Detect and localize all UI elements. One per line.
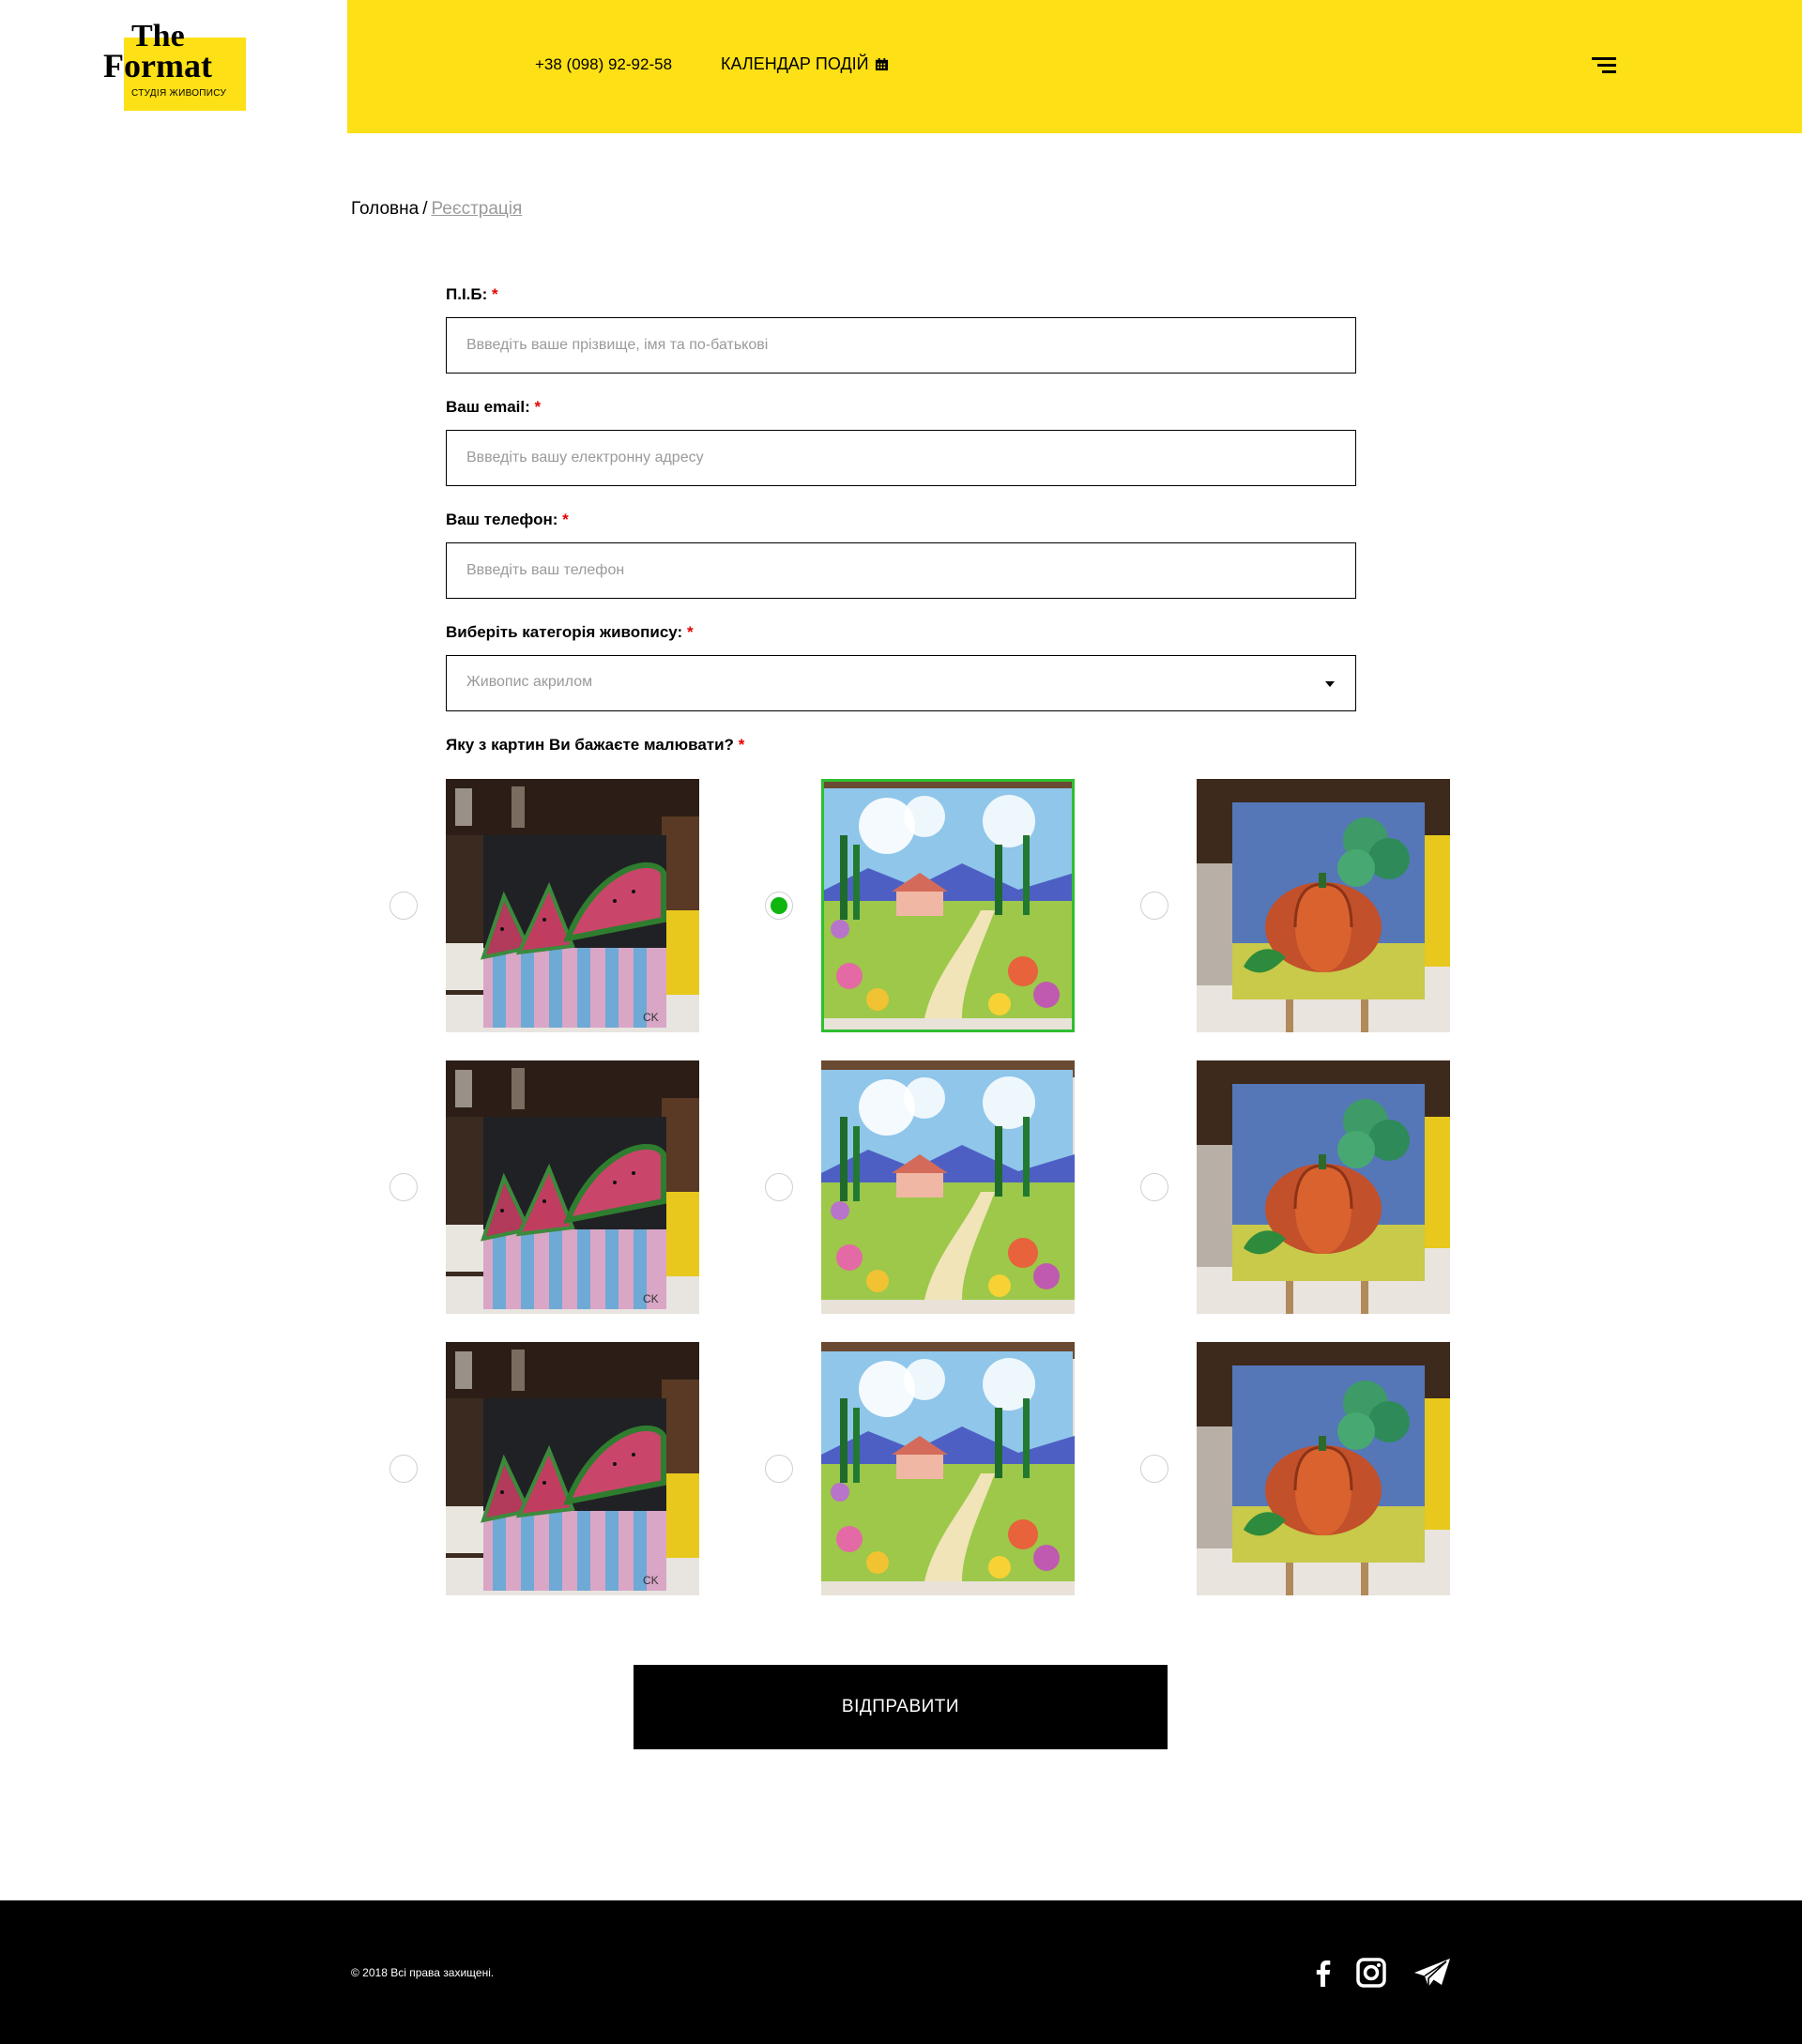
painting-image-watermelons[interactable]: CK [446,1342,699,1595]
painting-label: Яку з картин Ви бажаєте малювати? * [446,736,744,755]
breadcrumb-home[interactable]: Головна [351,199,419,219]
required-marker: * [562,511,569,528]
hamburger-menu-icon[interactable] [1592,56,1616,73]
name-label-text: П.І.Б: [446,285,488,303]
breadcrumb: Головна / Реєстрація [351,199,522,220]
required-marker: * [492,285,498,303]
painting-image-landscape[interactable] [821,1060,1075,1314]
name-field-wrapper [446,317,1356,374]
painting-label-text: Яку з картин Ви бажаєте малювати? [446,736,734,754]
painting-image-pumpkin[interactable] [1197,1342,1450,1595]
instagram-icon[interactable] [1354,1957,1388,1989]
footer: © 2018 Всі права захищені. [0,1900,1802,2044]
painting-radio-6[interactable] [1140,1173,1168,1201]
painting-image-pumpkin[interactable] [1197,779,1450,1032]
phone-link[interactable]: +38 (098) 92-92-58 [535,55,672,74]
copyright-text: © 2018 Всі права захищені. [351,1966,495,1979]
required-marker: * [738,736,745,754]
painting-image-pumpkin[interactable] [1197,1060,1450,1314]
svg-text:CK: CK [643,1574,659,1587]
name-field[interactable] [447,318,1355,373]
painting-radio-4[interactable] [389,1173,418,1201]
required-marker: * [686,623,694,641]
breadcrumb-current[interactable]: Реєстрація [431,199,522,219]
telegram-icon[interactable] [1413,1957,1452,1989]
painting-image-landscape[interactable] [821,779,1075,1032]
painting-radio-1[interactable] [389,892,418,920]
calendar-link[interactable]: КАЛЕНДАР ПОДІЙ [721,54,889,74]
phone-label: Ваш телефон: * [446,511,569,529]
svg-text:CK: CK [643,1292,659,1305]
email-label-text: Ваш email: [446,398,530,416]
svg-text:CK: CK [643,1011,659,1024]
phone-field-wrapper [446,542,1356,599]
painting-image-watermelons[interactable]: CK [446,1060,699,1314]
email-label: Ваш email: * [446,398,541,417]
logo-area: The Format СТУДІЯ ЖИВОПИСУ [0,0,347,133]
painting-radio-8[interactable] [765,1455,793,1483]
email-field[interactable] [447,431,1355,485]
calendar-label: КАЛЕНДАР ПОДІЙ [721,54,869,73]
logo[interactable]: The Format СТУДІЯ ЖИВОПИСУ [103,19,246,113]
category-select[interactable]: Живопис акрилом [446,655,1356,711]
painting-radio-3[interactable] [1140,892,1168,920]
required-marker: * [534,398,542,416]
category-label: Виберіть категорія живопису: * [446,623,694,642]
calendar-icon [875,57,888,71]
caret-down-icon [1325,681,1335,687]
painting-radio-9[interactable] [1140,1455,1168,1483]
email-field-wrapper [446,430,1356,486]
painting-radio-2[interactable] [765,892,793,920]
logo-tagline: СТУДІЯ ЖИВОПИСУ [131,88,227,99]
header-bar: +38 (098) 92-92-58 КАЛЕНДАР ПОДІЙ [347,0,1802,133]
category-label-text: Виберіть категорія живопису: [446,623,683,641]
name-label: П.І.Б: * [446,285,498,304]
painting-image-watermelons[interactable]: CK [446,779,699,1032]
phone-field[interactable] [447,543,1355,598]
facebook-icon[interactable] [1306,1957,1340,1989]
category-selected-value: Живопис акрилом [466,674,593,690]
logo-text-format: Format [103,47,212,84]
painting-image-landscape[interactable] [821,1342,1075,1595]
phone-label-text: Ваш телефон: [446,511,558,528]
painting-radio-5[interactable] [765,1173,793,1201]
submit-button[interactable]: ВІДПРАВИТИ [634,1665,1168,1749]
breadcrumb-separator: / [422,199,428,219]
painting-radio-7[interactable] [389,1455,418,1483]
